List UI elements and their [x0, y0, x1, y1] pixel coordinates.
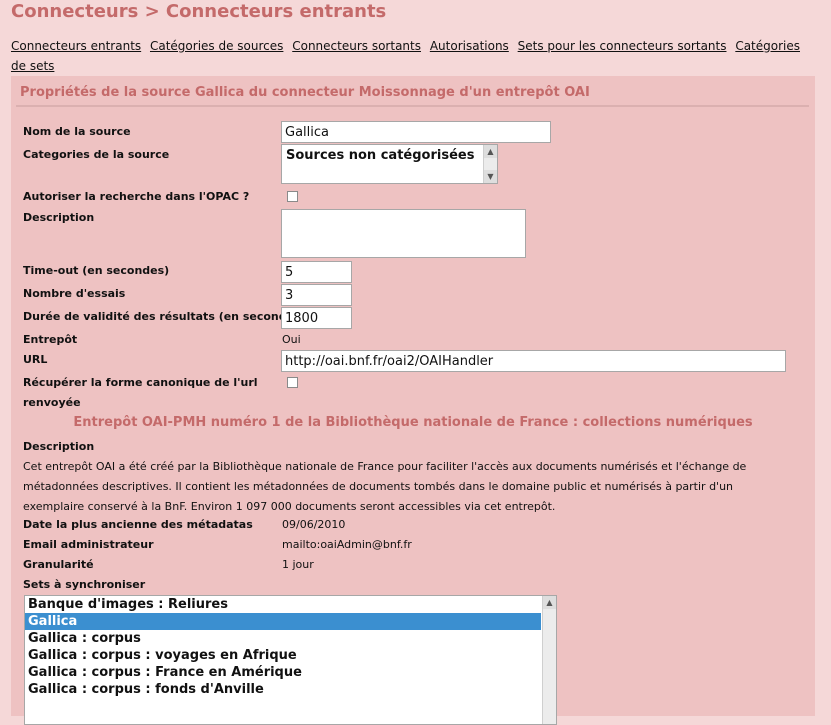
categories-select[interactable]: Sources non catégorisées ▲ ▼	[281, 144, 498, 184]
warehouse-description-text: Cet entrepôt OAI a été créé par la Bibli…	[23, 460, 747, 513]
nav-connecteurs-entrants[interactable]: Connecteurs entrants	[11, 39, 141, 53]
timeout-label: Time-out (en secondes)	[23, 264, 170, 277]
warehouse-label: Entrepôt	[23, 333, 78, 346]
granularity-value: 1 jour	[282, 558, 314, 571]
sets-scrollbar[interactable]: ▲	[542, 596, 556, 724]
scroll-down-icon[interactable]: ▼	[484, 170, 497, 183]
timeout-input[interactable]	[281, 261, 352, 283]
scroll-up-icon[interactable]: ▲	[484, 145, 497, 158]
opac-label: Autoriser la recherche dans l'OPAC ?	[23, 190, 250, 203]
sets-select[interactable]: Banque d'images : Reliures Gallica Galli…	[24, 595, 557, 725]
description-textarea[interactable]	[281, 209, 526, 258]
validity-label: Durée de validité des résultats (en seco…	[23, 310, 306, 323]
nav-bar: Connecteurs entrants Catégories de sourc…	[11, 36, 811, 76]
canonical-label: Récupérer la forme canonique de l'url	[23, 376, 258, 389]
nav-connecteurs-sortants[interactable]: Connecteurs sortants	[292, 39, 421, 53]
categories-option[interactable]: Sources non catégorisées	[286, 148, 474, 163]
warehouse-value: Oui	[282, 333, 301, 346]
set-option[interactable]: Gallica : corpus : voyages en Afrique	[25, 647, 556, 664]
nav-autorisations[interactable]: Autorisations	[430, 39, 509, 53]
categories-scrollbar[interactable]: ▲ ▼	[483, 145, 497, 183]
warehouse-description-label: Description	[23, 440, 95, 453]
oldest-date-value: 09/06/2010	[282, 518, 346, 531]
scroll-up-icon[interactable]: ▲	[543, 596, 556, 609]
set-option[interactable]: Gallica : corpus : fonds d'Anville	[25, 681, 556, 698]
panel-divider	[16, 105, 809, 107]
url-label: URL	[23, 353, 48, 366]
admin-email-value: mailto:oaiAdmin@bnf.fr	[282, 538, 412, 551]
source-name-input[interactable]	[281, 121, 551, 143]
nav-categories-sources[interactable]: Catégories de sources	[150, 39, 283, 53]
warehouse-heading: Entrepôt OAI-PMH numéro 1 de la Biblioth…	[73, 415, 753, 430]
sets-label: Sets à synchroniser	[23, 578, 146, 591]
retries-input[interactable]	[281, 284, 352, 306]
canonical-checkbox[interactable]	[287, 377, 298, 388]
oldest-date-label: Date la plus ancienne des métadatas	[23, 518, 253, 531]
retries-label: Nombre d'essais	[23, 287, 126, 300]
nav-sets-connecteurs-sortants[interactable]: Sets pour les connecteurs sortants	[518, 39, 727, 53]
categories-label: Categories de la source	[23, 148, 170, 161]
set-option[interactable]: Gallica : corpus	[25, 630, 556, 647]
source-name-label: Nom de la source	[23, 125, 131, 138]
granularity-label: Granularité	[23, 558, 94, 571]
description-label: Description	[23, 211, 95, 224]
set-option[interactable]: Banque d'images : Reliures	[25, 596, 556, 613]
panel-title: Propriétés de la source Gallica du conne…	[20, 85, 590, 100]
validity-input[interactable]	[281, 307, 352, 329]
opac-checkbox[interactable]	[287, 191, 298, 202]
url-input[interactable]	[281, 350, 786, 372]
set-option[interactable]: Gallica : corpus : France en Amérique	[25, 664, 556, 681]
canonical-label-cont: renvoyée	[23, 396, 81, 409]
source-properties-panel: Propriétés de la source Gallica du conne…	[11, 76, 815, 725]
admin-email-label: Email administrateur	[23, 538, 154, 551]
set-option-selected[interactable]: Gallica	[25, 613, 541, 630]
page-title: Connecteurs > Connecteurs entrants	[11, 1, 387, 22]
